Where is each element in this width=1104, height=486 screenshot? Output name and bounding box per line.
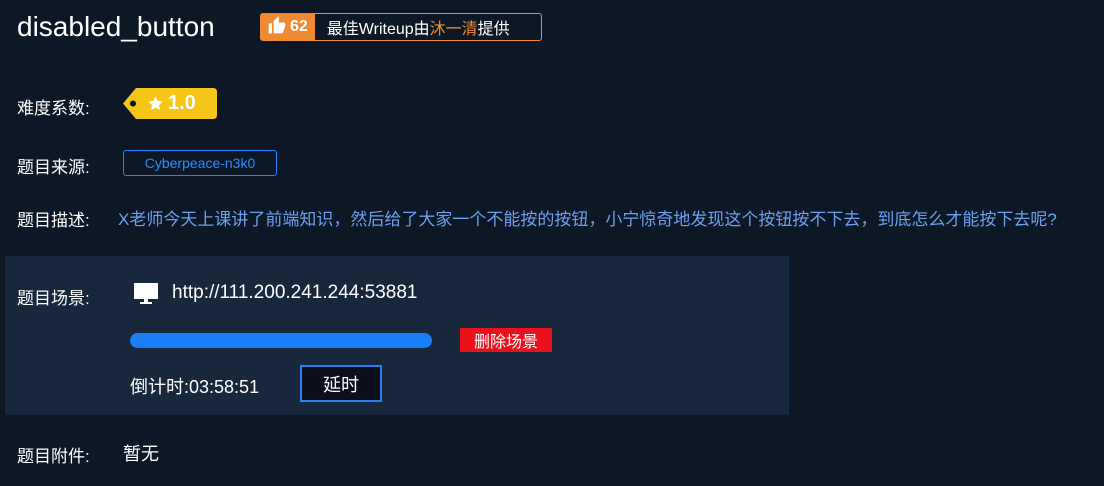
best-writeup-badge[interactable]: 62 最佳Writeup由 沐一清 提供 [260,13,542,41]
difficulty-tag: 1.0 [123,88,217,119]
likes-count[interactable]: 62 [261,14,315,40]
extend-time-button[interactable]: 延时 [300,365,382,402]
challenge-page: disabled_button 62 最佳Writeup由 沐一清 提供 难度系数:… [0,0,1104,486]
countdown-label: 倒计时: [130,377,190,397]
scene-progress-bar [130,333,432,348]
challenge-title: disabled_button [17,11,215,42]
scene-url-link[interactable]: http://111.200.241.244:53881 [172,282,417,304]
likes-number: 62 [290,18,308,35]
description-label: 题目描述: [17,211,90,230]
scene-label: 题目场景: [17,289,90,308]
source-label: 题目来源: [17,158,90,177]
attachment-label: 题目附件: [17,447,90,466]
difficulty-label: 难度系数: [17,99,90,118]
scene-panel: 题目场景: http://111.200.241.244:53881 删除场景 … [5,256,789,415]
writeup-author[interactable]: 沐一清 [430,15,478,39]
thumbs-up-icon [267,15,290,40]
description-text: X老师今天上课讲了前端知识，然后给了大家一个不能按的按钮，小宁惊奇地发现这个按钮… [118,210,1057,229]
difficulty-value: 1.0 [168,92,196,114]
scene-progress-fill [130,333,432,348]
writeup-suffix: 提供 [477,21,510,38]
writeup-prefix: 最佳Writeup由 [326,21,430,38]
monitor-icon [133,282,159,311]
attachment-value: 暂无 [123,444,159,464]
countdown: 倒计时:03:58:51 [130,373,259,399]
delete-scene-button[interactable]: 删除场景 [460,328,552,352]
source-tag[interactable]: Cyberpeace-n3k0 [123,150,277,176]
countdown-value: 03:58:51 [189,377,260,397]
writeup-text: 最佳Writeup由 沐一清 提供 [315,14,510,40]
